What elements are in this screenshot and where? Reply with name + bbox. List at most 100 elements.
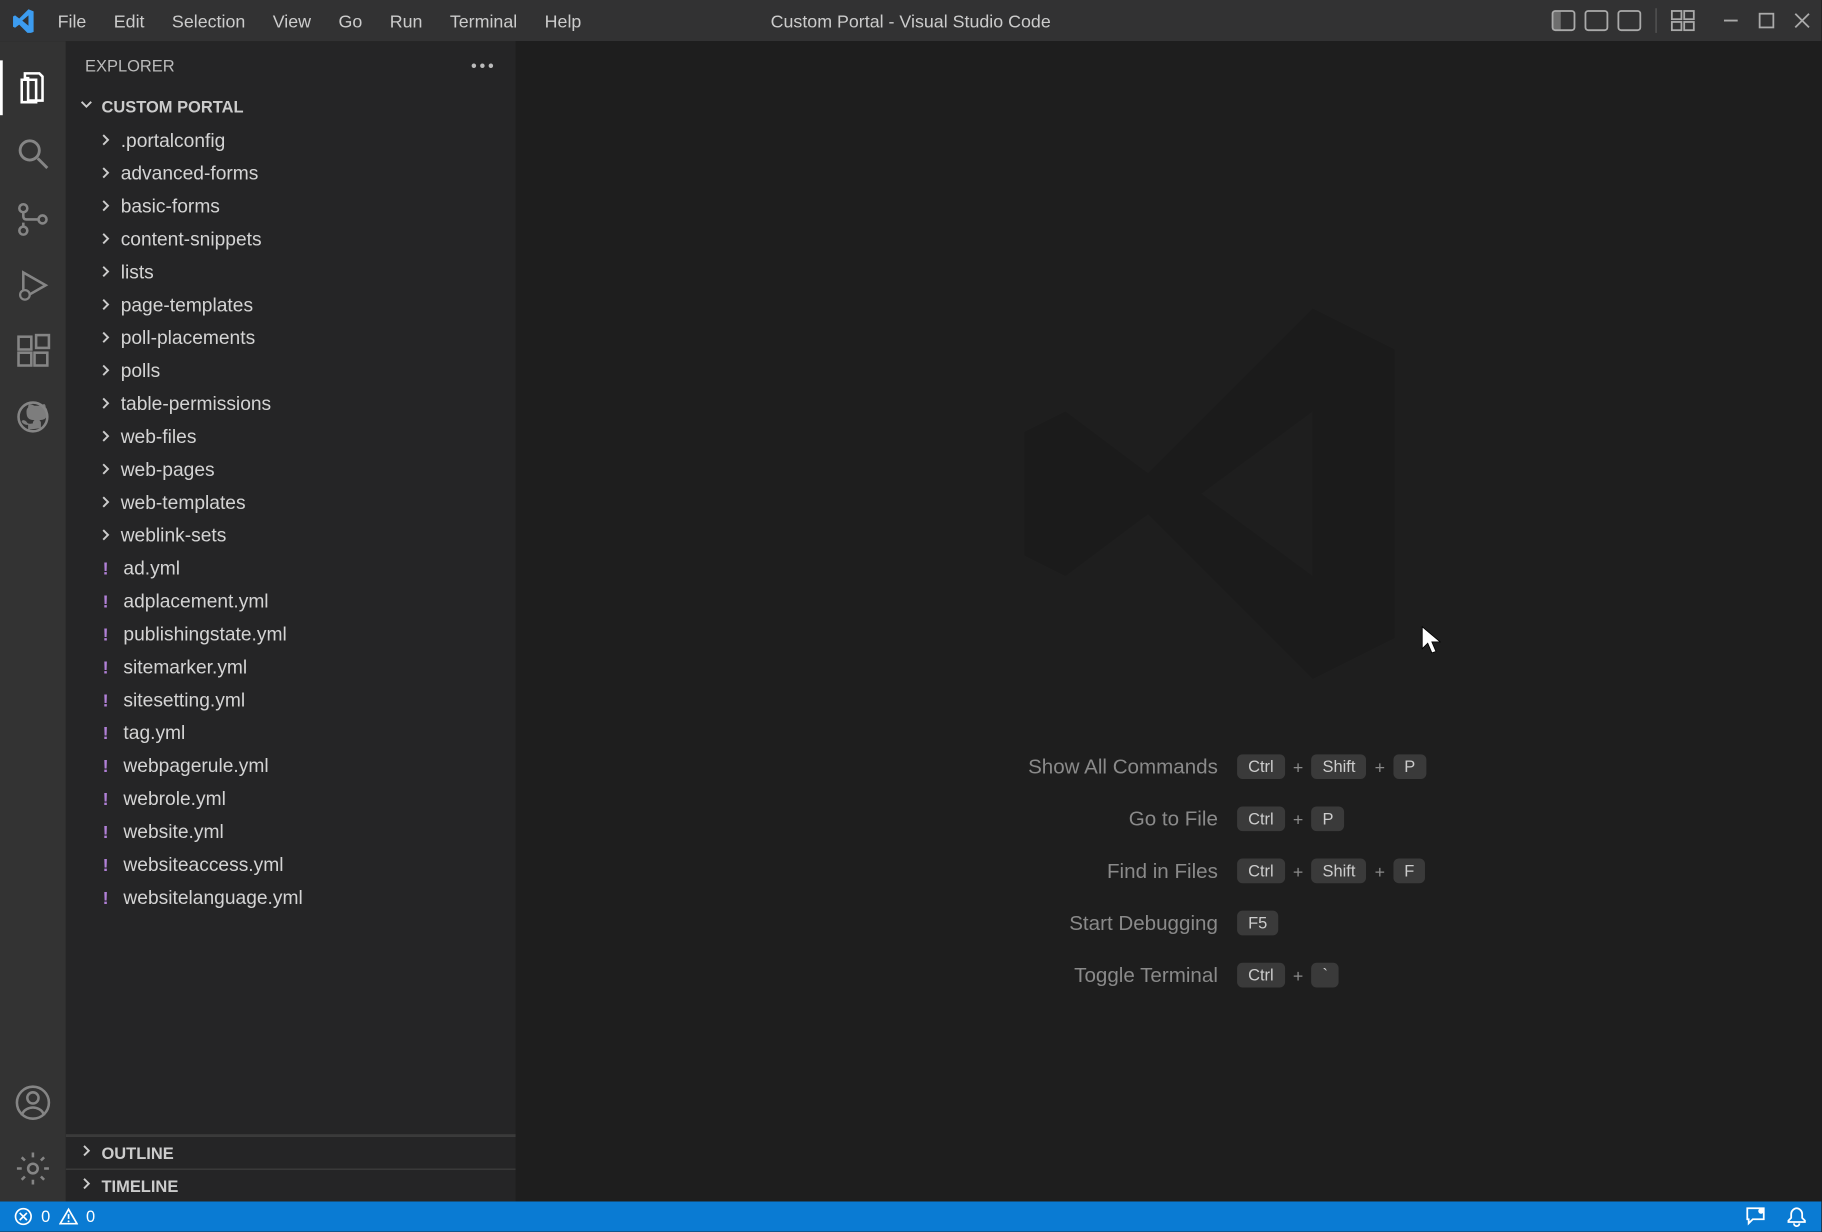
keyboard-key: Shift	[1312, 754, 1367, 779]
menu-help[interactable]: Help	[531, 5, 595, 37]
bell-icon[interactable]	[1786, 1206, 1808, 1228]
welcome-shortcuts: Show All Commands Ctrl+Shift+P Go to File C…	[861, 754, 1629, 987]
file-name: webrole.yml	[123, 787, 225, 809]
menu-selection[interactable]: Selection	[158, 5, 259, 37]
feedback-icon[interactable]	[1745, 1206, 1767, 1228]
timeline-section[interactable]: TIMELINE	[66, 1169, 516, 1202]
folder-name: weblink-sets	[121, 524, 227, 546]
explorer-title: EXPLORER	[85, 56, 175, 75]
folder-item[interactable]: basic-forms	[66, 189, 516, 222]
folder-item[interactable]: content-snippets	[66, 222, 516, 255]
plus-separator: +	[1375, 861, 1385, 882]
menu-edit[interactable]: Edit	[100, 5, 158, 37]
folder-item[interactable]: .portalconfig	[66, 123, 516, 156]
folder-item[interactable]: lists	[66, 255, 516, 288]
file-item[interactable]: !websiteaccess.yml	[66, 848, 516, 881]
folder-name: content-snippets	[121, 228, 262, 250]
folder-item[interactable]: page-templates	[66, 288, 516, 321]
file-item[interactable]: ! tag.yml	[66, 716, 516, 749]
chevron-right-icon	[96, 163, 115, 182]
source-control-icon[interactable]	[14, 200, 52, 238]
outline-label: OUTLINE	[101, 1143, 173, 1162]
file-item[interactable]: !publishingstate.yml	[66, 617, 516, 650]
close-button[interactable]	[1794, 12, 1810, 28]
shortcut-keys: F5	[1237, 911, 1278, 936]
file-name: ad.yml	[123, 557, 180, 579]
chevron-right-icon	[96, 361, 115, 380]
file-item[interactable]: ! webpagerule.yml	[66, 749, 516, 782]
file-item[interactable]: !sitesetting.yml	[66, 683, 516, 716]
folder-name: lists	[121, 261, 154, 283]
yaml-file-icon: !	[96, 722, 115, 743]
run-debug-icon[interactable]	[14, 266, 52, 304]
yaml-file-icon: !	[96, 821, 115, 842]
warnings-icon[interactable]	[59, 1207, 78, 1226]
panel-left-icon[interactable]	[1551, 8, 1576, 33]
folder-name: polls	[121, 359, 160, 381]
file-item[interactable]: ! website.yml	[66, 815, 516, 848]
minimize-button[interactable]	[1723, 12, 1739, 28]
shortcut-row: Show All Commands Ctrl+Shift+P	[861, 754, 1629, 779]
panel-right-icon[interactable]	[1617, 8, 1642, 33]
file-item[interactable]: !websitelanguage.yml	[66, 881, 516, 914]
folder-item[interactable]: web-files	[66, 420, 516, 453]
warnings-count[interactable]: 0	[86, 1207, 95, 1226]
keyboard-key: P	[1393, 754, 1426, 779]
folder-item[interactable]: poll-placements	[66, 321, 516, 354]
chevron-down-icon	[77, 95, 96, 118]
file-name: sitemarker.yml	[123, 656, 247, 678]
yaml-file-icon: !	[96, 755, 115, 776]
shortcut-label: Go to File	[861, 807, 1218, 830]
chevron-right-icon	[96, 196, 115, 215]
github-icon[interactable]	[14, 398, 52, 436]
keyboard-key: Shift	[1312, 859, 1367, 884]
errors-count[interactable]: 0	[41, 1207, 50, 1226]
file-name: website.yml	[123, 820, 223, 842]
keyboard-key: F	[1393, 859, 1425, 884]
explorer-icon[interactable]	[14, 69, 52, 107]
extensions-icon[interactable]	[14, 332, 52, 370]
editor-area: Show All Commands Ctrl+Shift+P Go to File C…	[516, 41, 1822, 1201]
file-item[interactable]: ! adplacement.yml	[66, 584, 516, 617]
outline-section[interactable]: OUTLINE	[66, 1136, 516, 1169]
folder-root[interactable]: CUSTOM PORTAL	[66, 89, 516, 123]
folder-item[interactable]: polls	[66, 354, 516, 387]
mouse-cursor-icon	[1421, 625, 1443, 662]
panel-bottom-icon[interactable]	[1584, 8, 1609, 33]
folder-item[interactable]: weblink-sets	[66, 518, 516, 551]
shortcut-label: Start Debugging	[861, 911, 1218, 934]
keyboard-key: P	[1312, 806, 1345, 831]
shortcut-row: Start Debugging F5	[861, 911, 1629, 936]
chevron-right-icon	[96, 459, 115, 478]
file-item[interactable]: !ad.yml	[66, 551, 516, 584]
customize-layout-icon[interactable]	[1670, 8, 1695, 33]
settings-gear-icon[interactable]	[14, 1149, 52, 1187]
accounts-icon[interactable]	[14, 1083, 52, 1121]
folder-item[interactable]: advanced-forms	[66, 156, 516, 189]
folder-item[interactable]: web-pages	[66, 453, 516, 486]
file-name: webpagerule.yml	[123, 754, 268, 776]
menu-file[interactable]: File	[44, 5, 100, 37]
shortcut-label: Toggle Terminal	[861, 963, 1218, 986]
search-icon[interactable]	[14, 134, 52, 172]
folder-item[interactable]: web-templates	[66, 486, 516, 519]
shortcut-keys: Ctrl+Shift+P	[1237, 754, 1426, 779]
shortcut-label: Show All Commands	[861, 755, 1218, 778]
file-item[interactable]: !sitemarker.yml	[66, 650, 516, 683]
menu-go[interactable]: Go	[325, 5, 376, 37]
explorer-more-icon[interactable]: •••	[471, 56, 497, 75]
file-name: websiteaccess.yml	[123, 853, 283, 875]
folder-name: .portalconfig	[121, 129, 226, 151]
file-item[interactable]: !webrole.yml	[66, 782, 516, 815]
keyboard-key: Ctrl	[1237, 806, 1285, 831]
errors-icon[interactable]	[14, 1207, 33, 1226]
keyboard-key: Ctrl	[1237, 754, 1285, 779]
maximize-button[interactable]	[1758, 12, 1774, 28]
menu-view[interactable]: View	[259, 5, 325, 37]
file-name: adplacement.yml	[123, 590, 268, 612]
folder-item[interactable]: table-permissions	[66, 387, 516, 420]
menu-run[interactable]: Run	[376, 5, 436, 37]
menu-terminal[interactable]: Terminal	[436, 5, 531, 37]
file-name: tag.yml	[123, 721, 185, 743]
yaml-file-icon: !	[96, 590, 115, 611]
